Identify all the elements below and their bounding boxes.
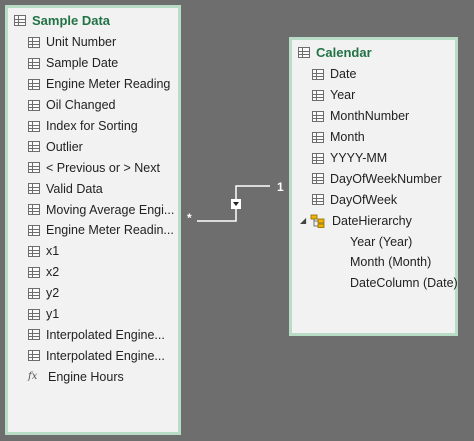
table-column-icon [28, 287, 40, 299]
hierarchy-level-item[interactable]: Month (Month) [292, 252, 455, 273]
field-label: Engine Meter Reading [46, 77, 171, 92]
table-column-icon [312, 152, 324, 164]
field-label: DateHierarchy [332, 213, 412, 228]
field-label: Oil Changed [46, 98, 116, 113]
table-icon [14, 14, 26, 26]
field-label: Month (Month) [350, 255, 432, 270]
field-label: Valid Data [46, 181, 103, 196]
collapse-triangle-icon[interactable]: ◢ [300, 216, 310, 225]
field-label: Month [330, 130, 365, 145]
relationship-many-label: * [187, 211, 192, 225]
table-column-icon [28, 141, 40, 153]
relationship-one-label: 1 [277, 180, 284, 194]
field-label: Interpolated Engine... [46, 348, 165, 363]
sample-data-field-list: Unit Number Sample Date Engine Meter Readi… [8, 32, 178, 387]
calendar-field[interactable]: YYYY-MM [292, 148, 455, 169]
calendar-field[interactable]: DayOfWeekNumber [292, 168, 455, 189]
calendar-table-card[interactable]: Calendar Date Year MonthNumber Month YYYY-MM… [289, 37, 458, 336]
field-label: MonthNumber [330, 109, 410, 124]
sample-data-field[interactable]: x1 [8, 241, 178, 262]
sample-data-field[interactable]: x2 [8, 262, 178, 283]
field-label: Sample Date [46, 56, 119, 71]
sample-data-table-card[interactable]: Sample Data Unit Number Sample Date Engine… [5, 5, 181, 435]
table-column-icon [28, 120, 40, 132]
table-icon [298, 46, 310, 58]
field-label: y1 [46, 307, 60, 322]
calendar-field-list: Date Year MonthNumber Month YYYY-MM DayOfWeek… [292, 64, 458, 294]
sample-data-field[interactable]: Index for Sorting [8, 116, 178, 137]
table-column-icon [28, 266, 40, 278]
sample-data-table-title: Sample Data [32, 12, 111, 28]
calendar-field[interactable]: DayOfWeek [292, 189, 455, 210]
sample-data-field[interactable]: < Previous or > Next [8, 157, 178, 178]
field-label: Outlier [46, 139, 83, 154]
sample-data-field[interactable]: Interpolated Engine... [8, 324, 178, 345]
sample-data-field[interactable]: Unit Number [8, 32, 178, 53]
sample-data-field[interactable]: Engine Meter Reading [8, 74, 178, 95]
table-column-icon [28, 57, 40, 69]
table-column-icon [28, 245, 40, 257]
table-column-icon [28, 162, 40, 174]
table-column-icon [28, 36, 40, 48]
calendar-table-header[interactable]: Calendar [292, 40, 455, 64]
field-label: x1 [46, 244, 60, 259]
sample-data-field[interactable]: Interpolated Engine... [8, 345, 178, 366]
sample-data-field[interactable]: y2 [8, 283, 178, 304]
field-label: x2 [46, 265, 60, 280]
sample-data-field[interactable]: Oil Changed [8, 95, 178, 116]
field-label: DayOfWeekNumber [330, 171, 442, 186]
date-hierarchy-item[interactable]: ◢ DateHierarchy [292, 210, 455, 231]
calculated-field-icon: fx [28, 371, 38, 383]
field-label: Year [330, 88, 356, 103]
field-label: Interpolated Engine... [46, 327, 165, 342]
field-label: Index for Sorting [46, 119, 138, 133]
table-column-icon [28, 308, 40, 320]
table-column-icon [28, 204, 40, 216]
calendar-field[interactable]: Month [292, 127, 455, 148]
sample-data-field[interactable]: y1 [8, 304, 178, 325]
field-label: DateColumn (Date) [350, 276, 458, 291]
field-label: DayOfWeek [330, 192, 398, 207]
field-label: Unit Number [46, 35, 117, 50]
hierarchy-level-item[interactable]: DateColumn (Date) [292, 273, 458, 294]
table-column-icon [28, 224, 40, 236]
field-label: Engine Hours [48, 369, 124, 384]
field-label: Engine Meter Readin... [46, 223, 174, 238]
table-column-icon [312, 173, 324, 185]
hierarchy-icon [310, 214, 325, 228]
table-column-icon [28, 99, 40, 111]
table-column-icon [312, 194, 324, 206]
sample-data-field[interactable]: Valid Data [8, 178, 178, 199]
calendar-field[interactable]: Year [292, 85, 455, 106]
hierarchy-level-item[interactable]: Year (Year) [292, 231, 455, 252]
field-label: < Previous or > Next [46, 160, 160, 175]
field-label: YYYY-MM [330, 151, 388, 165]
calendar-table-title: Calendar [316, 44, 372, 60]
calendar-field[interactable]: Date [292, 64, 455, 85]
field-label: Year (Year) [350, 234, 413, 249]
table-column-icon [312, 131, 324, 143]
table-column-icon [312, 68, 324, 80]
field-label: y2 [46, 286, 60, 301]
sample-data-field[interactable]: fx Engine Hours [8, 366, 178, 387]
sample-data-field[interactable]: Moving Average Engi... [8, 199, 178, 220]
sample-data-table-header[interactable]: Sample Data [8, 8, 178, 32]
field-label: Date [330, 67, 357, 82]
sample-data-field[interactable]: Outlier [8, 136, 178, 157]
sample-data-field[interactable]: Sample Date [8, 53, 178, 74]
table-column-icon [312, 110, 324, 122]
calendar-field[interactable]: MonthNumber [292, 106, 455, 127]
table-column-icon [28, 350, 40, 362]
field-label: Moving Average Engi... [46, 202, 175, 217]
sample-data-field[interactable]: Engine Meter Readin... [8, 220, 178, 241]
table-column-icon [28, 78, 40, 90]
table-column-icon [312, 89, 324, 101]
table-column-icon [28, 329, 40, 341]
table-column-icon [28, 183, 40, 195]
